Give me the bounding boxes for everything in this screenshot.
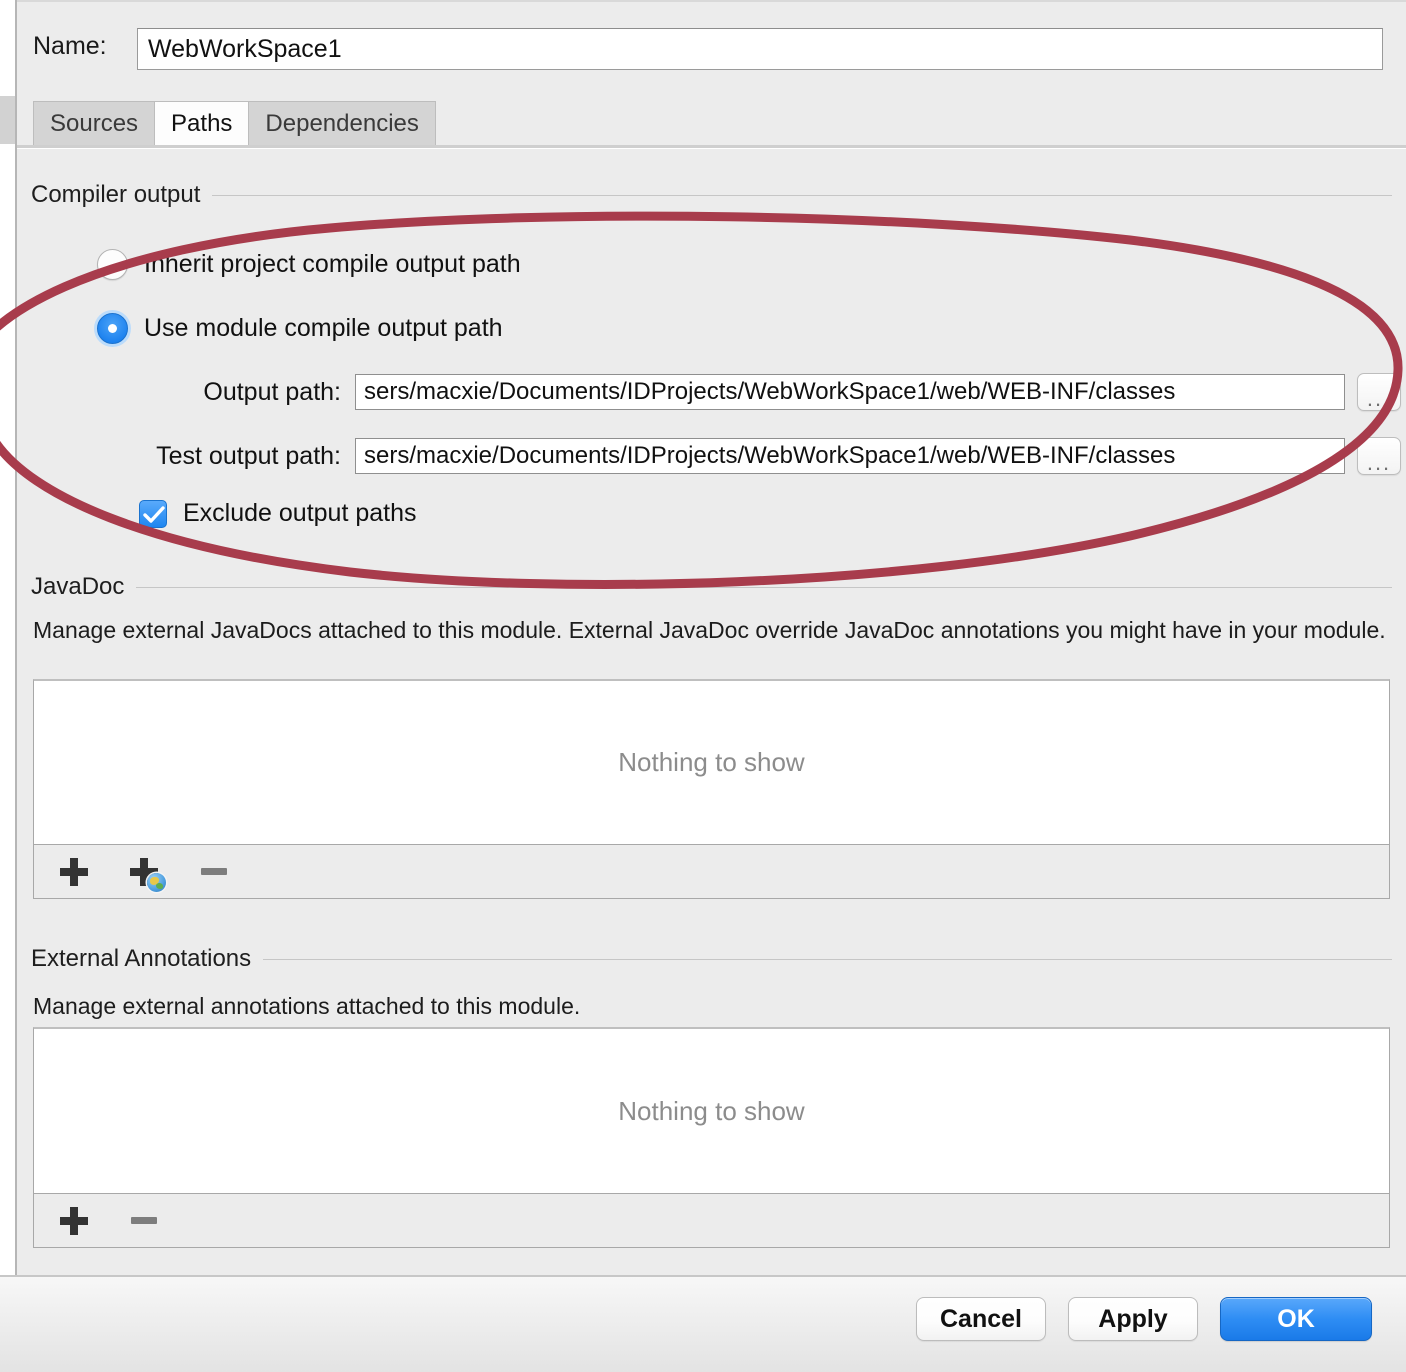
- tab-paths[interactable]: Paths: [155, 101, 250, 145]
- paths-tab-panel: Compiler output Inherit project compile …: [17, 148, 1406, 1275]
- radio-inherit-label: Inherit project compile output path: [144, 250, 521, 278]
- test-output-path-label: Test output path:: [156, 441, 341, 470]
- external-annotations-title: External Annotations: [31, 945, 252, 972]
- output-path-input[interactable]: [355, 374, 1345, 410]
- javadoc-description: Manage external JavaDocs attached to thi…: [33, 617, 1386, 643]
- module-name-row: Name:: [17, 18, 1406, 80]
- plus-icon: [60, 857, 88, 886]
- compiler-output-title: Compiler output: [31, 181, 201, 208]
- top-hairline: [17, 0, 1406, 2]
- javadoc-add-button[interactable]: [50, 850, 98, 894]
- radio-button-checked-icon[interactable]: [97, 313, 128, 344]
- globe-icon: [147, 872, 166, 892]
- javadoc-remove-button[interactable]: [190, 850, 238, 894]
- tab-sources[interactable]: Sources: [33, 101, 156, 145]
- external-annotations-section-header: External Annotations: [31, 945, 1392, 973]
- compiler-output-section-header: Compiler output: [31, 181, 1392, 209]
- dialog-content: Name: Sources Paths Dependencies Compile…: [17, 0, 1406, 1275]
- radio-use-module-output[interactable]: Use module compile output path: [97, 313, 503, 344]
- radio-inherit-project-output[interactable]: Inherit project compile output path: [97, 249, 521, 280]
- javadoc-add-url-button[interactable]: [120, 850, 168, 894]
- test-output-path-row: Test output path: ...: [125, 437, 1401, 475]
- external-annotations-empty-text: Nothing to show: [618, 1095, 805, 1126]
- external-annotations-list[interactable]: Nothing to show: [33, 1027, 1390, 1194]
- external-annotations-toolbar: [33, 1194, 1390, 1248]
- settings-tabs: Sources Paths Dependencies: [33, 99, 436, 145]
- javadoc-empty-text: Nothing to show: [618, 747, 805, 777]
- output-path-browse-button[interactable]: ...: [1357, 373, 1401, 411]
- left-gutter: [0, 0, 15, 1275]
- adjacent-panel-sliver: [0, 96, 15, 144]
- javadoc-section-header: JavaDoc: [31, 573, 1392, 601]
- module-settings-dialog: Name: Sources Paths Dependencies Compile…: [0, 0, 1406, 1372]
- checkbox-checked-icon[interactable]: [139, 499, 167, 528]
- ok-button[interactable]: OK: [1220, 1297, 1372, 1341]
- javadoc-toolbar: [33, 845, 1390, 899]
- tab-sources-label: Sources: [50, 109, 139, 137]
- module-name-label: Name:: [33, 32, 107, 60]
- tab-dependencies-label: Dependencies: [265, 109, 419, 137]
- module-name-input[interactable]: [137, 28, 1383, 70]
- apply-button[interactable]: Apply: [1068, 1297, 1198, 1341]
- radio-button-unchecked-icon[interactable]: [97, 249, 128, 280]
- tab-paths-label: Paths: [171, 109, 233, 137]
- dialog-footer: Cancel Apply OK: [0, 1275, 1406, 1372]
- external-annotations-remove-button[interactable]: [120, 1199, 168, 1243]
- test-output-path-browse-button[interactable]: ...: [1357, 437, 1401, 475]
- checkmark-icon: [143, 505, 165, 523]
- output-path-label: Output path:: [203, 377, 341, 406]
- section-rule: [136, 586, 1392, 588]
- test-output-path-input[interactable]: [355, 438, 1345, 474]
- minus-icon: [131, 1217, 157, 1224]
- exclude-output-paths-label: Exclude output paths: [183, 499, 417, 527]
- section-rule: [263, 958, 1392, 960]
- external-annotations-add-button[interactable]: [50, 1199, 98, 1243]
- minus-icon: [201, 868, 227, 875]
- cancel-button[interactable]: Cancel: [916, 1297, 1046, 1341]
- footer-buttons: Cancel Apply OK: [916, 1297, 1372, 1341]
- javadoc-title: JavaDoc: [31, 573, 125, 600]
- tab-dependencies[interactable]: Dependencies: [249, 101, 436, 145]
- plus-icon: [60, 1206, 88, 1235]
- section-rule: [212, 194, 1392, 196]
- external-annotations-description: Manage external annotations attached to …: [33, 993, 581, 1019]
- javadoc-list[interactable]: Nothing to show: [33, 679, 1390, 845]
- output-path-row: Output path: ...: [125, 373, 1401, 411]
- exclude-output-paths-row[interactable]: Exclude output paths: [139, 499, 417, 528]
- external-annotations-list-container: Nothing to show: [33, 1027, 1390, 1248]
- radio-use-module-label: Use module compile output path: [144, 314, 503, 342]
- javadoc-list-container: Nothing to show: [33, 679, 1390, 899]
